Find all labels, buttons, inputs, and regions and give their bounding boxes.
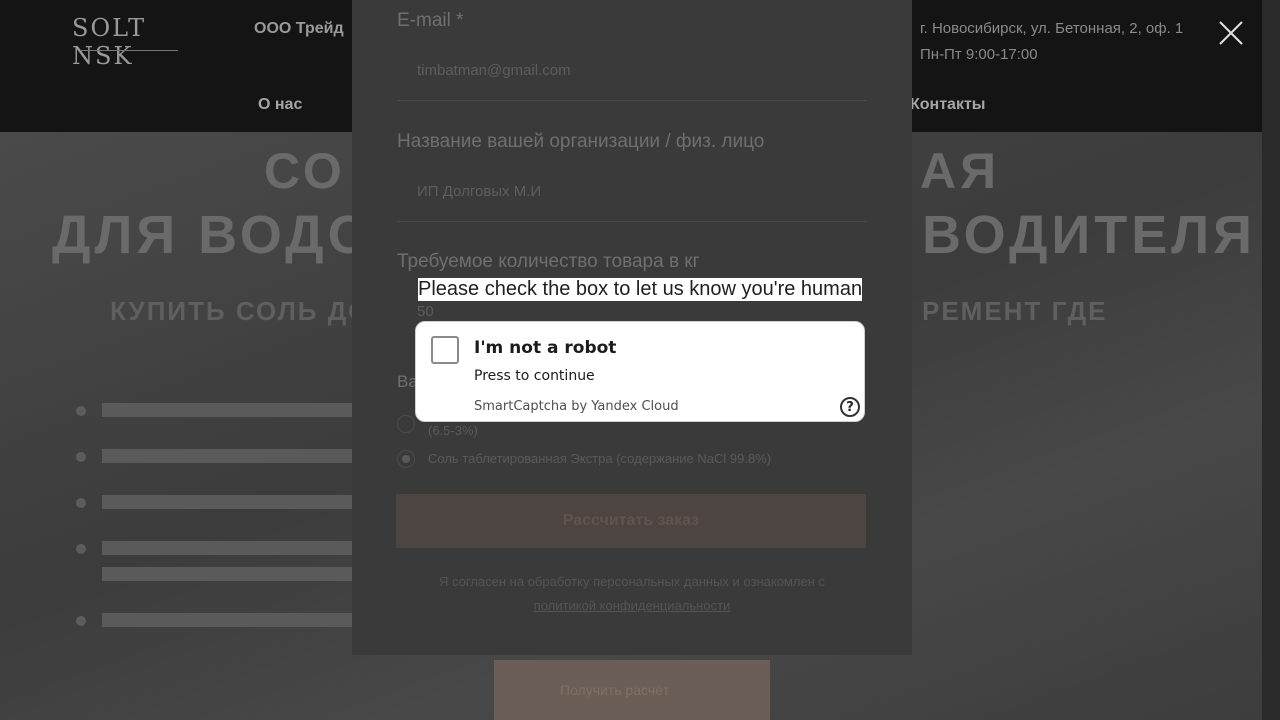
header-address: г. Новосибирск, ул. Бетонная, 2, оф. 1	[920, 20, 1184, 37]
captcha-subtitle: Press to continue	[474, 368, 595, 384]
captcha-brand[interactable]: SmartCaptcha by Yandex Cloud	[474, 399, 679, 414]
field-divider	[397, 221, 867, 222]
benefit-text	[102, 403, 352, 417]
email-value: timbatman@gmail.com	[417, 62, 571, 79]
quantity-value: 50	[417, 303, 434, 320]
privacy-policy-link[interactable]: политикой конфиденциальности	[534, 598, 731, 613]
email-label: E-mail *	[397, 10, 464, 31]
nav-item-contacts[interactable]: Контакты	[910, 96, 985, 114]
bullet-icon	[76, 498, 86, 508]
benefit-text	[102, 495, 352, 509]
page-scrollbar[interactable]	[1262, 0, 1280, 720]
benefit-text	[102, 567, 352, 581]
email-field[interactable]: timbatman@gmail.com	[397, 42, 865, 100]
product-radio-1[interactable]	[397, 415, 415, 433]
bullet-icon	[76, 616, 86, 626]
benefit-item	[76, 492, 356, 512]
captcha-widget: I'm not a robot Press to continue SmartC…	[415, 321, 865, 422]
benefit-item	[76, 610, 356, 630]
site-logo[interactable]: SOLT NSK	[72, 14, 188, 70]
submit-button-label: Рассчитать заказ	[562, 512, 700, 529]
organization-value: ИП Долговых М.И	[417, 183, 542, 200]
bullet-icon	[76, 406, 86, 416]
quantity-label: Требуемое количество товара в кг	[397, 251, 700, 272]
benefit-text	[102, 541, 352, 555]
product-radio-2-label: Соль таблетированная Экстра (содержание …	[428, 451, 772, 466]
bullet-icon	[76, 544, 86, 554]
product-radio-2[interactable]	[397, 450, 415, 468]
logo-divider	[80, 50, 178, 51]
organization-label: Название вашей организации / физ. лицо	[397, 131, 765, 152]
hero-subtitle-left: КУПИТЬ СОЛЬ ДО	[110, 296, 371, 326]
benefit-item	[76, 538, 356, 584]
benefit-item	[76, 446, 356, 466]
hero-title-line2-right: ВОДИТЕЛЯ	[922, 205, 1256, 265]
hero-benefit-list	[76, 400, 356, 656]
benefit-text	[102, 613, 352, 627]
nav-item-about[interactable]: О нас	[258, 96, 302, 114]
help-icon[interactable]: ?	[840, 397, 860, 417]
company-name: ООО Трейд	[254, 20, 344, 37]
submit-button[interactable]: Рассчитать заказ	[396, 494, 866, 548]
bullet-icon	[76, 452, 86, 462]
header-hours: Пн-Пт 9:00-17:00	[920, 46, 1038, 63]
consent-statement: Я согласен на обработку персональных дан…	[439, 574, 825, 589]
benefit-item	[76, 400, 356, 420]
captcha-checkbox[interactable]	[431, 336, 459, 364]
captcha-checkbox-label[interactable]: I'm not a robot	[474, 338, 616, 358]
consent-text: Я согласен на обработку персональных дан…	[397, 570, 867, 618]
field-divider	[397, 100, 867, 101]
captcha-prompt: Please check the box to let us know you'…	[418, 278, 863, 301]
hero-subtitle-right: РЕМЕНТ ГДЕ	[922, 296, 1108, 326]
hero-cta-label: Получить расчёт	[560, 682, 670, 698]
hero-title-line1-left: СО	[264, 143, 346, 199]
hero-title-line1-right: АЯ	[920, 143, 1001, 199]
hero-title-line2-left: ДЛЯ ВОДО	[52, 205, 374, 265]
organization-field[interactable]: ИП Долговых М.И	[397, 163, 865, 221]
close-icon[interactable]	[1216, 18, 1246, 48]
benefit-text	[102, 449, 352, 463]
product-radio-1-label: (6.5-3%)	[428, 423, 478, 438]
